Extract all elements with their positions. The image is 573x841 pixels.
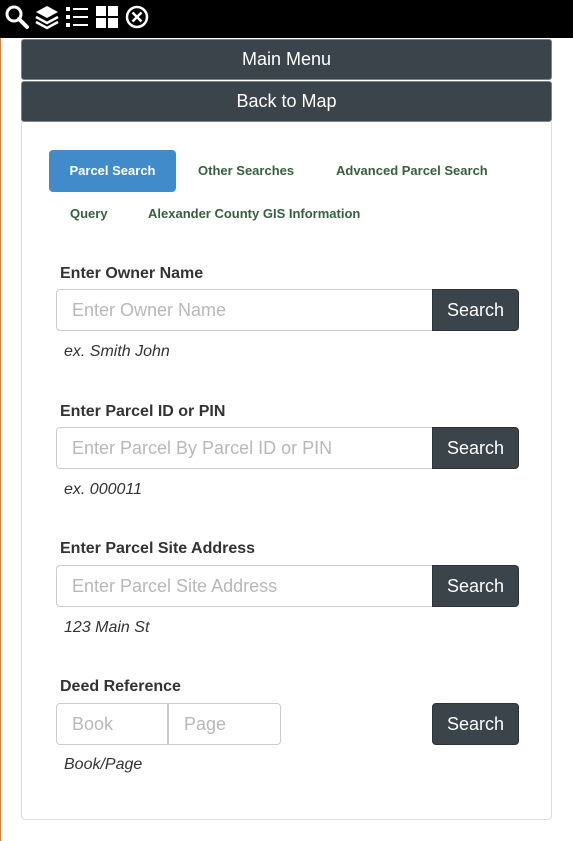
search-icon[interactable] xyxy=(3,3,31,31)
search-panel: Parcel Search Other Searches Advanced Pa… xyxy=(21,122,552,820)
parcel-id-label: Enter Parcel ID or PIN xyxy=(60,403,226,420)
list-icon[interactable] xyxy=(63,3,91,31)
deed-example-text: Book/Page xyxy=(64,756,143,773)
owner-example-text: ex. Smith John xyxy=(64,343,170,360)
tab-other-searches[interactable]: Other Searches xyxy=(198,163,294,178)
deed-search-button[interactable]: Search xyxy=(432,703,519,745)
deed-page-input[interactable] xyxy=(168,703,281,745)
site-address-input[interactable] xyxy=(56,565,433,607)
tab-advanced-parcel-search[interactable]: Advanced Parcel Search xyxy=(336,163,488,178)
toolbar xyxy=(0,0,573,38)
deed-book-input[interactable] xyxy=(56,703,168,745)
main-menu-button[interactable]: Main Menu xyxy=(21,39,552,80)
grid-icon[interactable] xyxy=(93,3,121,31)
owner-search-button[interactable]: Search xyxy=(432,289,519,331)
deed-reference-label: Deed Reference xyxy=(60,678,181,695)
tab-gis-information[interactable]: Alexander County GIS Information xyxy=(148,206,360,221)
owner-name-label: Enter Owner Name xyxy=(60,265,204,282)
address-search-button[interactable]: Search xyxy=(432,565,519,607)
parcel-search-button[interactable]: Search xyxy=(432,427,519,469)
edge-divider xyxy=(0,38,1,841)
close-circle-icon[interactable] xyxy=(123,3,151,31)
parcel-example-text: ex. 000011 xyxy=(64,481,142,498)
parcel-id-input[interactable] xyxy=(56,427,433,469)
back-to-map-button[interactable]: Back to Map xyxy=(21,81,552,122)
site-address-label: Enter Parcel Site Address xyxy=(60,540,256,557)
address-example-text: 123 Main St xyxy=(64,619,150,636)
owner-name-input[interactable] xyxy=(56,289,433,331)
tab-query[interactable]: Query xyxy=(70,206,108,221)
layers-icon[interactable] xyxy=(33,3,61,31)
tab-parcel-search[interactable]: Parcel Search xyxy=(49,150,176,192)
